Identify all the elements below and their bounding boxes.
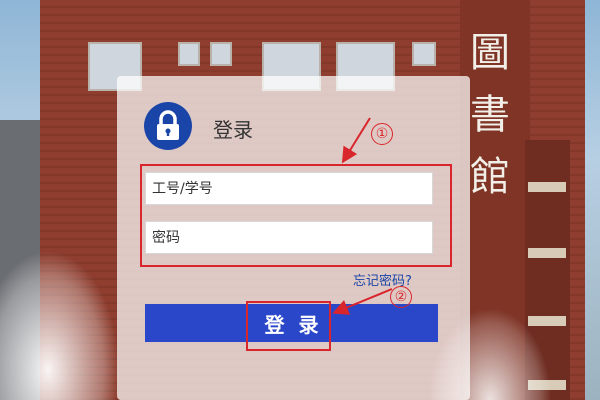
annotation-arrows: [332, 117, 393, 315]
annotation-arrow-1: [341, 117, 371, 164]
annotation-arrow-2: [332, 288, 393, 315]
